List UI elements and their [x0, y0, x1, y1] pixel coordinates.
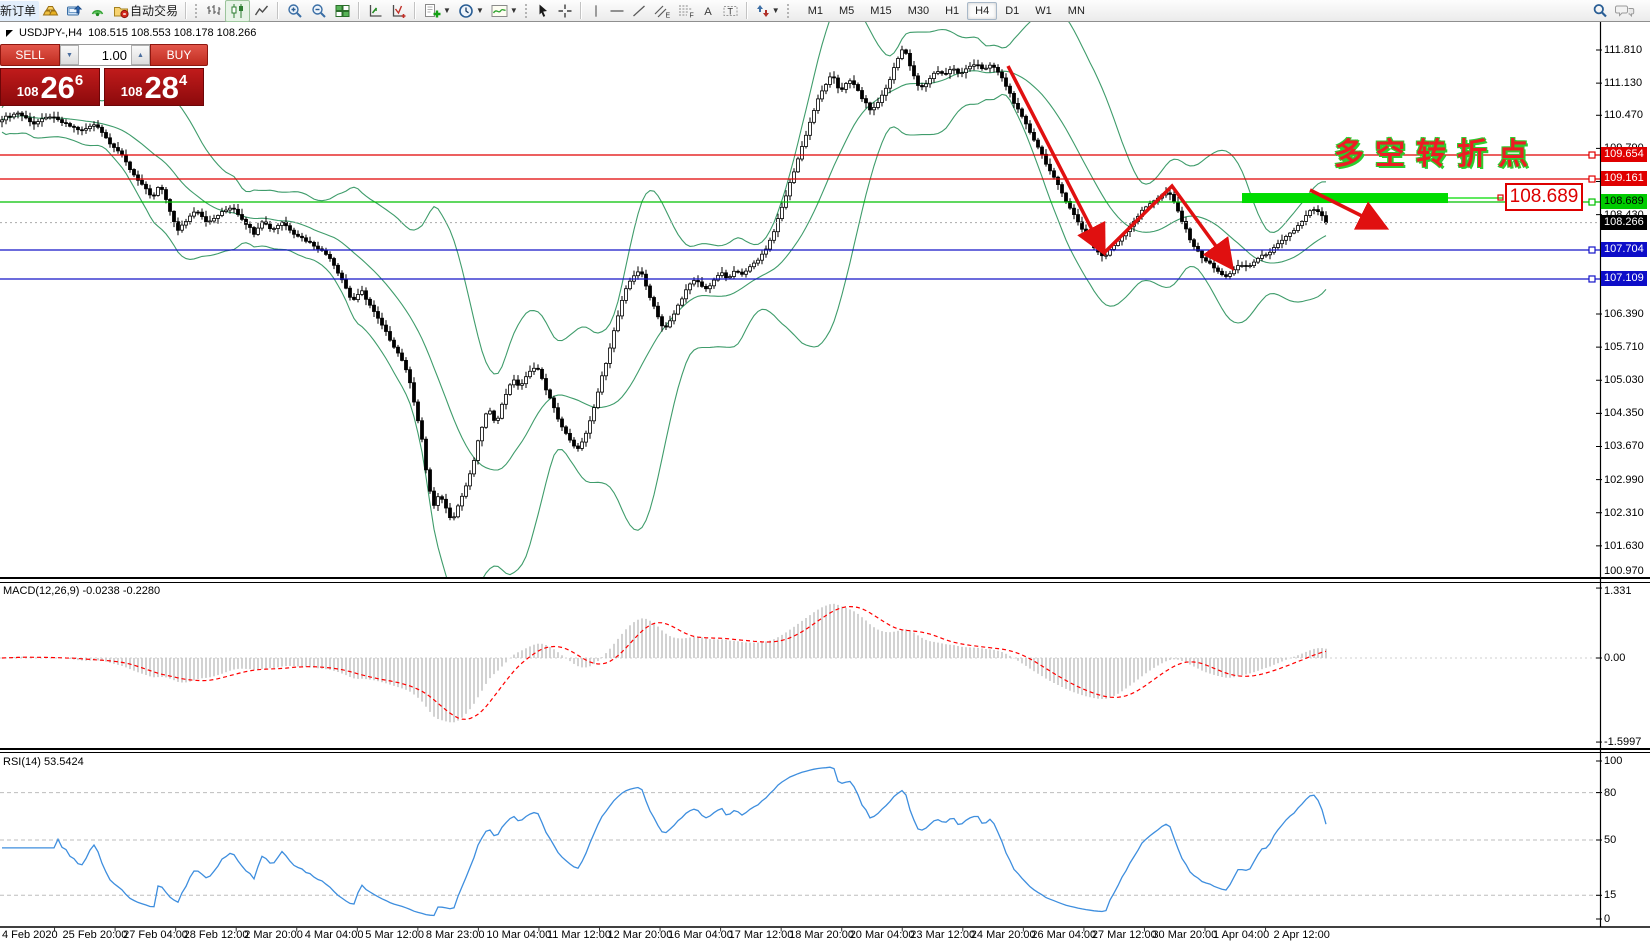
- buy-price-display[interactable]: 108284: [104, 68, 204, 106]
- new-order-button[interactable]: 新订单: [0, 1, 39, 21]
- text-icon[interactable]: A: [698, 1, 719, 21]
- buy-price-main: 28: [144, 73, 178, 103]
- auto-trading-button[interactable]: 自动交易: [109, 1, 181, 21]
- arrow-objects-button[interactable]: ▼: [752, 1, 783, 21]
- buy-price-pip: 4: [179, 72, 187, 89]
- trend-arrow: [1008, 66, 1104, 253]
- toolbar-separator: [746, 2, 748, 19]
- main-toolbar: 新订单 自动交易 ▼ ▼: [0, 0, 1650, 22]
- sell-price-pip: 6: [75, 72, 83, 89]
- indicator-window-icon[interactable]: [387, 1, 410, 21]
- timeframe-h1-button[interactable]: H1: [937, 2, 967, 20]
- trend-arrow: [1104, 186, 1232, 268]
- volume-decrease-button[interactable]: ▼: [60, 45, 79, 65]
- dropdown-caret-icon: ▼: [443, 6, 451, 15]
- timeframe-w1-button[interactable]: W1: [1027, 2, 1060, 20]
- sell-price-display[interactable]: 108266: [0, 68, 100, 106]
- volume-stepper: ▼ ▲: [60, 44, 150, 66]
- chart-shift-marker-icon[interactable]: [6, 30, 13, 37]
- timeframe-toolbar: M1M5M15M30H1H4D1W1MN: [800, 2, 1093, 20]
- rsi-indicator-label: RSI(14) 53.5424: [3, 756, 84, 768]
- dropdown-caret-icon: ▼: [510, 6, 518, 15]
- buy-button[interactable]: BUY: [150, 44, 208, 66]
- gold-ingots-icon[interactable]: [39, 1, 62, 21]
- toolbar-grip[interactable]: [194, 3, 199, 19]
- signal-icon[interactable]: [86, 1, 109, 21]
- fibonacci-icon[interactable]: F: [674, 1, 698, 21]
- symbol-ohlc-values: 108.515 108.553 108.178 108.266: [88, 27, 256, 39]
- volume-input[interactable]: [79, 45, 131, 65]
- add-indicator-button[interactable]: ▼: [420, 1, 454, 21]
- turning-point-annotation[interactable]: 多空转折点: [1334, 129, 1539, 173]
- horizontal-line-icon[interactable]: [606, 1, 628, 21]
- search-icon[interactable]: [1588, 1, 1612, 21]
- periods-clock-button[interactable]: ▼: [454, 1, 487, 21]
- toolbar-grip[interactable]: [786, 3, 791, 19]
- sell-price-main: 26: [40, 73, 74, 103]
- macd-series: [0, 604, 1600, 723]
- toolbar-separator: [185, 2, 187, 19]
- timeframe-m1-button[interactable]: M1: [800, 2, 831, 20]
- dropdown-caret-icon: ▼: [476, 6, 484, 15]
- toolbar-grip[interactable]: [524, 3, 529, 19]
- cursor-icon[interactable]: [532, 1, 554, 21]
- buy-price-prefix: 108: [121, 84, 143, 99]
- equidistant-channel-icon[interactable]: E: [650, 1, 674, 21]
- toolbar-separator: [414, 2, 416, 19]
- bar-chart-icon[interactable]: [202, 1, 225, 21]
- toolbar-separator: [277, 2, 279, 19]
- candlestick-chart-icon[interactable]: [225, 0, 250, 22]
- timeframe-m5-button[interactable]: M5: [831, 2, 862, 20]
- zoom-in-icon[interactable]: [283, 1, 307, 21]
- new-order-label: 新订单: [0, 2, 36, 19]
- timeframe-mn-button[interactable]: MN: [1060, 2, 1093, 20]
- macd-indicator-label: MACD(12,26,9) -0.0238 -0.2280: [3, 585, 160, 597]
- terminal-upload-icon[interactable]: [62, 1, 86, 21]
- tile-windows-icon[interactable]: [331, 1, 354, 21]
- svg-text:F: F: [689, 12, 693, 19]
- svg-text:A: A: [704, 6, 712, 18]
- vertical-line-icon[interactable]: [586, 1, 606, 21]
- zoom-out-icon[interactable]: [307, 1, 331, 21]
- timeframe-h4-button[interactable]: H4: [967, 2, 997, 20]
- sell-button[interactable]: SELL: [0, 44, 60, 66]
- trendline-icon[interactable]: [628, 1, 650, 21]
- chat-icon[interactable]: [1612, 1, 1638, 21]
- rsi-series: [0, 767, 1600, 915]
- svg-text:T: T: [727, 6, 733, 16]
- chart-symbol-info: USDJPY-,H4 108.515 108.553 108.178 108.2…: [6, 27, 256, 39]
- svg-text:E: E: [665, 12, 670, 19]
- one-click-trading-panel: SELL ▼ ▲ BUY 108266 108284: [0, 44, 208, 106]
- indicators-list-icon[interactable]: [364, 1, 387, 21]
- timeframe-d1-button[interactable]: D1: [997, 2, 1027, 20]
- toolbar-separator: [358, 2, 360, 19]
- auto-trading-label: 自动交易: [130, 2, 178, 19]
- timeframe-m15-button[interactable]: M15: [862, 2, 899, 20]
- level-price-callout[interactable]: 108.689: [1505, 183, 1583, 211]
- dropdown-caret-icon: ▼: [772, 6, 780, 15]
- sell-price-prefix: 108: [17, 84, 39, 99]
- timeframe-m30-button[interactable]: M30: [900, 2, 937, 20]
- toolbar-separator: [580, 2, 582, 19]
- highlight-zone-bar: [1242, 193, 1448, 203]
- crosshair-icon[interactable]: [554, 1, 576, 21]
- line-chart-icon[interactable]: [250, 1, 273, 21]
- templates-button[interactable]: ▼: [487, 1, 521, 21]
- volume-increase-button[interactable]: ▲: [131, 45, 150, 65]
- text-label-icon[interactable]: T: [719, 1, 742, 21]
- symbol-name: USDJPY-,H4: [19, 27, 82, 39]
